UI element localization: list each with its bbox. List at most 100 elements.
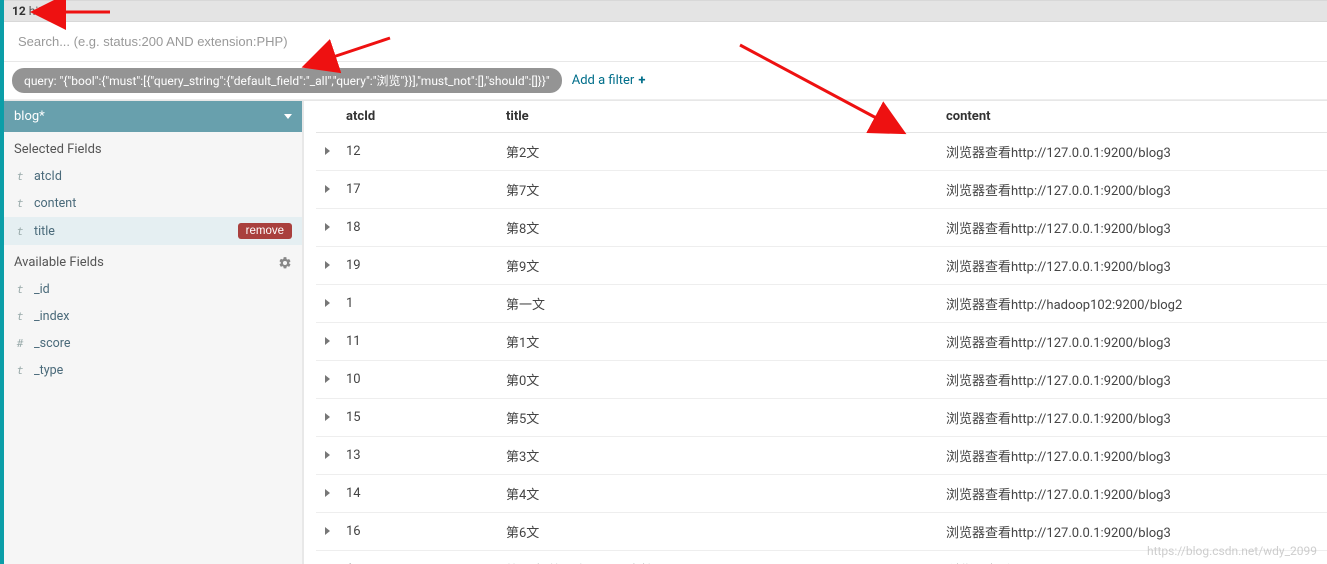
cell-content: 浏览器查看http://127.0.0.1:9200/blog3 — [938, 475, 1327, 513]
cell-title: 第5文 — [498, 399, 938, 437]
add-filter-link[interactable]: Add a filter + — [572, 73, 646, 88]
cell-title: 第9文 — [498, 247, 938, 285]
field-type-icon: t — [14, 310, 26, 323]
table-row[interactable]: 16第6文浏览器查看http://127.0.0.1:9200/blog3 — [316, 513, 1327, 551]
cell-title: 第4文 — [498, 475, 938, 513]
results-table: atcId title content 12第2文浏览器查看http://127… — [316, 101, 1327, 564]
caret-right-icon — [325, 337, 330, 345]
caret-right-icon — [325, 413, 330, 421]
available-field-index[interactable]: t _index — [4, 303, 302, 330]
cell-content: 浏览器查看http://127.0.0.1:9200/blog3 — [938, 323, 1327, 361]
expand-row[interactable] — [316, 133, 338, 171]
field-name-label: title — [34, 224, 55, 239]
col-title-header[interactable]: title — [498, 101, 938, 133]
expand-row[interactable] — [316, 323, 338, 361]
remove-field-button[interactable]: remove — [238, 223, 292, 239]
expand-row[interactable] — [316, 437, 338, 475]
available-field-score[interactable]: # _score — [4, 330, 302, 357]
expand-row[interactable] — [316, 361, 338, 399]
field-type-icon: # — [14, 337, 26, 350]
filter-bar: query: "{"bool":{"must":[{"query_string"… — [4, 62, 1327, 100]
search-input[interactable] — [12, 29, 1319, 54]
cell-atcid: 1 — [338, 285, 498, 323]
expand-row[interactable] — [316, 551, 338, 564]
table-row[interactable]: 12第2文浏览器查看http://127.0.0.1:9200/blog3 — [316, 133, 1327, 171]
chevron-down-icon — [284, 114, 292, 119]
expand-row[interactable] — [316, 247, 338, 285]
available-field-id[interactable]: t _id — [4, 276, 302, 303]
cell-title: 第一文-第二次update文档 — [498, 551, 938, 564]
cell-atcid: 19 — [338, 247, 498, 285]
caret-right-icon — [325, 375, 330, 383]
table-row[interactable]: 10第0文浏览器查看http://127.0.0.1:9200/blog3 — [316, 361, 1327, 399]
available-field-type[interactable]: t _type — [4, 357, 302, 384]
cell-atcid: 18 — [338, 209, 498, 247]
field-name-label: atcId — [34, 169, 62, 184]
expand-row[interactable] — [316, 399, 338, 437]
expand-row[interactable] — [316, 475, 338, 513]
cell-title: 第2文 — [498, 133, 938, 171]
cell-content: 浏览器查看http://hadoop102:9200/blog2 — [938, 551, 1327, 564]
search-row — [4, 22, 1327, 62]
expand-row[interactable] — [316, 513, 338, 551]
table-row[interactable]: 13第3文浏览器查看http://127.0.0.1:9200/blog3 — [316, 437, 1327, 475]
cell-title: 第7文 — [498, 171, 938, 209]
cell-content: 浏览器查看http://127.0.0.1:9200/blog3 — [938, 437, 1327, 475]
field-name-label: _score — [34, 336, 71, 351]
field-name-label: content — [34, 196, 76, 211]
table-row[interactable]: 18第8文浏览器查看http://127.0.0.1:9200/blog3 — [316, 209, 1327, 247]
cell-atcid: 1 — [338, 551, 498, 564]
filter-pill-query[interactable]: query: "{"bool":{"must":[{"query_string"… — [12, 68, 562, 93]
add-filter-label: Add a filter — [572, 73, 635, 88]
table-row[interactable]: 19第9文浏览器查看http://127.0.0.1:9200/blog3 — [316, 247, 1327, 285]
fields-sidebar: blog* Selected Fields t atcId t content — [4, 101, 304, 564]
cell-content: 浏览器查看http://127.0.0.1:9200/blog3 — [938, 209, 1327, 247]
hits-count: 12 — [12, 4, 26, 18]
cell-title: 第6文 — [498, 513, 938, 551]
col-content-header[interactable]: content — [938, 101, 1327, 133]
selected-fields-title: Selected Fields — [4, 132, 302, 163]
col-atcid-header[interactable]: atcId — [338, 101, 498, 133]
cell-atcid: 13 — [338, 437, 498, 475]
caret-right-icon — [325, 147, 330, 155]
field-type-icon: t — [14, 197, 26, 210]
field-type-icon: t — [14, 283, 26, 296]
caret-right-icon — [325, 527, 330, 535]
selected-field-content[interactable]: t content — [4, 190, 302, 217]
cell-title: 第0文 — [498, 361, 938, 399]
table-row[interactable]: 1第一文浏览器查看http://hadoop102:9200/blog2 — [316, 285, 1327, 323]
cell-title: 第3文 — [498, 437, 938, 475]
caret-right-icon — [325, 489, 330, 497]
table-row[interactable]: 1第一文-第二次update文档浏览器查看http://hadoop102:92… — [316, 551, 1327, 564]
field-type-icon: t — [14, 170, 26, 183]
cell-content: 浏览器查看http://hadoop102:9200/blog2 — [938, 285, 1327, 323]
cell-content: 浏览器查看http://127.0.0.1:9200/blog3 — [938, 361, 1327, 399]
caret-right-icon — [325, 451, 330, 459]
cell-content: 浏览器查看http://127.0.0.1:9200/blog3 — [938, 171, 1327, 209]
cell-content: 浏览器查看http://127.0.0.1:9200/blog3 — [938, 513, 1327, 551]
table-row[interactable]: 14第4文浏览器查看http://127.0.0.1:9200/blog3 — [316, 475, 1327, 513]
gear-icon[interactable] — [278, 256, 292, 270]
table-row[interactable]: 15第5文浏览器查看http://127.0.0.1:9200/blog3 — [316, 399, 1327, 437]
selected-field-atcid[interactable]: t atcId — [4, 163, 302, 190]
cell-content: 浏览器查看http://127.0.0.1:9200/blog3 — [938, 247, 1327, 285]
caret-right-icon — [325, 299, 330, 307]
field-name-label: _type — [34, 363, 63, 378]
cell-atcid: 17 — [338, 171, 498, 209]
col-expand-header — [316, 101, 338, 133]
table-row[interactable]: 17第7文浏览器查看http://127.0.0.1:9200/blog3 — [316, 171, 1327, 209]
cell-content: 浏览器查看http://127.0.0.1:9200/blog3 — [938, 399, 1327, 437]
cell-title: 第8文 — [498, 209, 938, 247]
expand-row[interactable] — [316, 285, 338, 323]
hits-bar: 12 hits — [4, 0, 1327, 22]
expand-row[interactable] — [316, 209, 338, 247]
table-row[interactable]: 11第1文浏览器查看http://127.0.0.1:9200/blog3 — [316, 323, 1327, 361]
selected-field-title[interactable]: t title remove — [4, 217, 302, 245]
cell-atcid: 12 — [338, 133, 498, 171]
cell-atcid: 14 — [338, 475, 498, 513]
cell-content: 浏览器查看http://127.0.0.1:9200/blog3 — [938, 133, 1327, 171]
field-type-icon: t — [14, 364, 26, 377]
index-pattern-select[interactable]: blog* — [4, 101, 302, 132]
caret-right-icon — [325, 261, 330, 269]
expand-row[interactable] — [316, 171, 338, 209]
